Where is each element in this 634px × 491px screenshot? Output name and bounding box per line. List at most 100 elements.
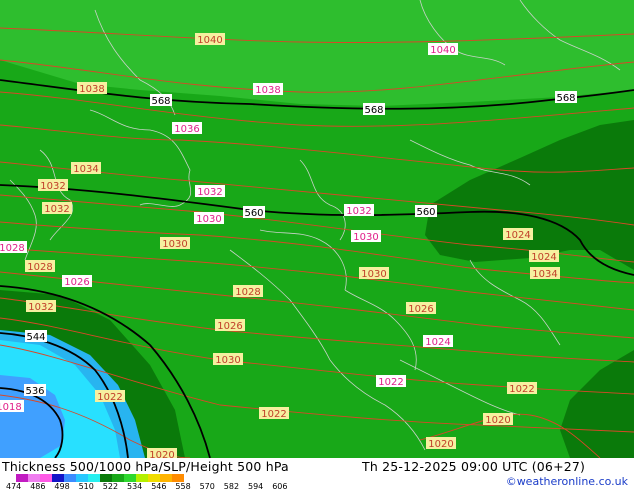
svg-text:1030: 1030	[353, 232, 378, 243]
svg-text:1028: 1028	[27, 262, 52, 273]
svg-text:544: 544	[26, 332, 45, 343]
svg-text:1028: 1028	[235, 287, 260, 298]
svg-text:1040: 1040	[197, 35, 222, 46]
svg-text:1026: 1026	[217, 321, 242, 332]
pressure-label: 1030	[351, 230, 381, 243]
pressure-label: 1026	[62, 275, 92, 288]
svg-text:1024: 1024	[505, 230, 530, 241]
pressure-label: 1040	[195, 33, 225, 46]
legend-swatch	[64, 474, 76, 482]
legend-swatch	[88, 474, 100, 482]
pressure-label: 1022	[507, 382, 537, 395]
svg-text:1034: 1034	[532, 269, 557, 280]
legend-swatch	[52, 474, 64, 482]
pressure-label: 1032	[26, 300, 56, 313]
legend-swatch	[136, 474, 148, 482]
height-label: 560	[415, 205, 437, 218]
svg-text:1020: 1020	[485, 415, 510, 426]
pressure-label: 1020	[426, 437, 456, 450]
height-label: 568	[150, 94, 172, 107]
height-label: 568	[555, 91, 577, 104]
svg-text:1040: 1040	[430, 45, 455, 56]
legend-swatch	[76, 474, 88, 482]
svg-text:560: 560	[244, 208, 263, 219]
svg-text:1032: 1032	[44, 204, 69, 215]
svg-text:1026: 1026	[64, 277, 89, 288]
svg-text:1038: 1038	[79, 84, 104, 95]
pressure-label: 1020	[483, 413, 513, 426]
svg-text:1032: 1032	[28, 302, 53, 313]
svg-text:1030: 1030	[162, 239, 187, 250]
svg-text:568: 568	[151, 96, 170, 107]
svg-text:1024: 1024	[531, 252, 556, 263]
pressure-label: 1024	[423, 335, 453, 348]
svg-text:1024: 1024	[425, 337, 450, 348]
height-label: 568	[363, 103, 385, 116]
svg-text:1022: 1022	[97, 392, 122, 403]
weather-map: 1040 1040 1038 1038 1036 1034 1032 1032 1032 1032…	[0, 0, 634, 458]
pressure-label: 1018	[0, 400, 24, 413]
valid-time: Th 25-12-2025 09:00 UTC (06+27)	[362, 459, 586, 474]
pressure-label: 1028	[0, 241, 27, 254]
svg-text:1034: 1034	[73, 164, 98, 175]
pressure-label: 1028	[25, 260, 55, 273]
legend-swatch	[148, 474, 160, 482]
pressure-label: 1030	[359, 267, 389, 280]
svg-text:1020: 1020	[149, 450, 174, 458]
pressure-label: 1022	[376, 375, 406, 388]
pressure-label: 1032	[344, 204, 374, 217]
legend-swatch	[28, 474, 40, 482]
svg-text:1028: 1028	[0, 243, 25, 254]
height-label: 544	[25, 330, 47, 343]
legend-swatch	[16, 474, 28, 482]
pressure-label: 1032	[42, 202, 72, 215]
pressure-label: 1022	[259, 407, 289, 420]
svg-text:1030: 1030	[215, 355, 240, 366]
svg-text:1036: 1036	[174, 124, 199, 135]
pressure-label: 1028	[233, 285, 263, 298]
svg-text:568: 568	[364, 105, 383, 116]
height-label: 560	[243, 206, 265, 219]
svg-text:1022: 1022	[378, 377, 403, 388]
credit-link[interactable]: ©weatheronline.co.uk	[506, 475, 628, 488]
legend-swatch	[40, 474, 52, 482]
pressure-label: 1030	[213, 353, 243, 366]
legend-swatch	[112, 474, 124, 482]
svg-text:1032: 1032	[346, 206, 371, 217]
pressure-label: 1020	[147, 448, 177, 458]
svg-text:1018: 1018	[0, 402, 22, 413]
pressure-label: 1030	[194, 212, 224, 225]
svg-text:560: 560	[416, 207, 435, 218]
svg-text:1020: 1020	[428, 439, 453, 450]
legend-swatch	[172, 474, 184, 482]
svg-text:1032: 1032	[40, 181, 65, 192]
pressure-label: 1034	[530, 267, 560, 280]
svg-text:1032: 1032	[197, 187, 222, 198]
color-legend	[16, 474, 184, 482]
pressure-label: 1026	[406, 302, 436, 315]
svg-text:1026: 1026	[408, 304, 433, 315]
legend-swatch	[100, 474, 112, 482]
map-title: Thickness 500/1000 hPa/SLP/Height 500 hP…	[2, 459, 289, 474]
pressure-label: 1040	[428, 43, 458, 56]
svg-text:1022: 1022	[261, 409, 286, 420]
pressure-label: 1024	[503, 228, 533, 241]
svg-text:536: 536	[25, 386, 44, 397]
pressure-label: 1036	[172, 122, 202, 135]
legend-swatch	[124, 474, 136, 482]
pressure-label: 1032	[195, 185, 225, 198]
legend-swatch	[160, 474, 172, 482]
svg-text:1022: 1022	[509, 384, 534, 395]
svg-text:568: 568	[556, 93, 575, 104]
svg-text:1030: 1030	[196, 214, 221, 225]
pressure-label: 1038	[77, 82, 107, 95]
pressure-label: 1030	[160, 237, 190, 250]
svg-text:1030: 1030	[361, 269, 386, 280]
pressure-label: 1032	[38, 179, 68, 192]
height-label: 536	[24, 384, 46, 397]
pressure-label: 1024	[529, 250, 559, 263]
pressure-label: 1026	[215, 319, 245, 332]
pressure-label: 1022	[95, 390, 125, 403]
pressure-label: 1038	[253, 83, 283, 96]
pressure-label: 1034	[71, 162, 101, 175]
